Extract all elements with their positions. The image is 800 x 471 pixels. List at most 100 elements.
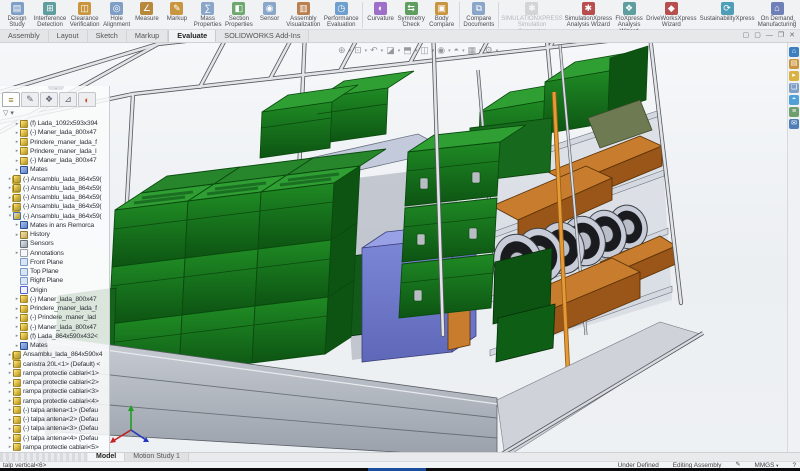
tree-row[interactable]: ▸Ansamblu_lada_864x590x4 [0,350,108,359]
tab-evaluate[interactable]: Evaluate [168,30,216,42]
panel-collapse-notch[interactable]: ⌄ [48,86,64,90]
tree-row[interactable]: ▸rampa protectie cablari<4> [0,397,108,406]
close-button[interactable]: ✕ [789,31,795,41]
design-study-button[interactable]: ▤Design Study▾ [2,1,32,33]
dimxpertmanager-tab[interactable]: ⊿ [59,92,77,107]
tree-row[interactable]: ▸History [0,230,108,239]
tree-row[interactable]: ▸rampa protectie cablari<3> [0,387,108,396]
minimize-button[interactable]: — [766,31,773,41]
view-palette-icon[interactable]: ❏ [789,83,799,93]
tree-row[interactable]: ▸Annotations [0,249,108,258]
tree-row[interactable]: ▸rampa protectie cablari<2> [0,378,108,387]
custom-properties-icon[interactable]: ≡ [789,107,799,117]
tree-row[interactable]: ▸Prindere_maner_lada_f [0,304,108,313]
tree-row[interactable]: ▸(-) Ansamblu_lada_864x59( [0,175,108,184]
tree-row[interactable]: ▸Prindere_maner_lada_f [0,138,108,147]
asm-icon [13,175,21,183]
driveworksxpress-wizard-button[interactable]: ◆DriveWorksXpress Wizard [645,1,699,29]
tab-layout[interactable]: Layout [49,30,88,42]
assembly-visualization-button[interactable]: ▥Assembly Visualization [285,1,323,29]
markup-button[interactable]: ✎Markup [162,1,192,22]
section-view-icon[interactable]: ◪ [386,44,395,57]
on-demand-manufacturing-button[interactable]: ⌂On Demand Manufacturing [756,1,798,29]
interference-detection-button[interactable]: ⊞Interference Detection [32,1,68,29]
apply-scene-icon[interactable]: ▦ [468,44,477,57]
tree-row[interactable]: ▸(-) talpa antena<2> (Defau [0,415,108,424]
measure-button[interactable]: ∠Measure [132,1,162,22]
tree-row[interactable]: ▸Mates [0,341,108,350]
3d-viewport-scene[interactable] [0,43,800,452]
tree-row[interactable]: ▸(-) talpa antena<3> (Defau [0,424,108,433]
tab-markup[interactable]: Markup [127,30,168,42]
clearance-verification-button[interactable]: ◫Clearance Verification [68,1,101,29]
doc-tab-model[interactable]: Model [88,453,125,461]
hide-show-items-icon[interactable]: ◉ [437,44,445,57]
tree-row[interactable]: ▸Mates in ans Remorca [0,221,108,230]
solidworks-forum-icon[interactable]: ✉ [789,119,799,129]
restore-button[interactable]: ❐ [778,31,784,41]
display-style-icon[interactable]: ◫ [420,44,429,57]
tree-row[interactable]: ▸(-) Ansamblu_lada_864x59( [0,202,108,211]
tree-item-label: (-) Prindere_maner_lad [30,314,96,321]
displaymanager-tab[interactable]: ◐ [78,92,96,107]
appearances-icon[interactable]: ◓ [789,95,799,105]
tab-assembly[interactable]: Assembly [0,30,49,42]
tree-row[interactable]: ▸Prindere_maner_lada_l [0,147,108,156]
tree-row[interactable]: ▸(-) Ansamblu_lada_864x59( [0,184,108,193]
zoom-to-area-icon[interactable]: ⊡ [354,44,362,57]
tree-filter[interactable]: ▽ ▾ [3,109,14,117]
tree-row[interactable]: ▸Mates [0,165,108,174]
tree-row[interactable]: ▸rampa protectie cablari<1> [0,369,108,378]
ribbon-collapse-chevron[interactable]: ^ [793,20,796,27]
tree-row[interactable]: Sensors [0,239,108,248]
titlebar-button-b[interactable]: ▢ [754,31,761,41]
tree-row[interactable]: ▸(-) Ansamblu_lada_864x59( [0,193,108,202]
tree-row[interactable]: ▸canistra 20L<1> (Default) < [0,360,108,369]
tree-row[interactable]: ▸(-) talpa antena<1> (Defau [0,406,108,415]
graphics-viewport[interactable]: ⊕▾⊡▾↶▾◪▾⬒▾◫▾◉▾◓▾▦▾⚙▾ ⌂▤▸❏◓≡✉ ⌄ ≡✎❖⊿◐ ▽ ▾… [0,43,800,452]
performance-evaluation-button[interactable]: ◷Performance Evaluation [322,1,360,29]
tree-row[interactable]: Top Plane [0,267,108,276]
tree-row[interactable]: ▸(-) Prindere_maner_lad [0,313,108,322]
symmetry-check-button[interactable]: ⇆Symmetry Check [396,1,427,29]
tree-row[interactable]: ▾(-) Ansamblu_lada_864x59( [0,212,108,221]
sensor-button[interactable]: ◉Sensor [255,1,285,22]
edit-appearance-icon[interactable]: ◓ [454,44,459,57]
tree-row[interactable]: ▸(-) Maner_lada_800x47 [0,295,108,304]
tree-row[interactable]: ▸(-) talpa antena<4> (Defau [0,434,108,443]
splitter-stripes[interactable] [0,453,88,461]
design-library-icon[interactable]: ▤ [789,59,799,69]
previous-view-icon[interactable]: ↶ [370,44,378,57]
tree-row[interactable]: ▸(-) Maner_lada_800x47 [0,128,108,137]
tree-row[interactable]: Right Plane [0,276,108,285]
mass-properties-button[interactable]: ∑Mass Properties [192,1,223,29]
propertymanager-tab[interactable]: ✎ [21,92,39,107]
simulationxpress-wizard-button[interactable]: ✱SimulationXpress Analysis Wizard [563,1,614,29]
zoom-fit-icon[interactable]: ⊕ [338,44,346,57]
sustainabilityxpress-button[interactable]: ⟳SustainabilityXpress [698,1,756,22]
view-settings-icon[interactable]: ⚙ [485,44,493,57]
configurationmanager-tab[interactable]: ❖ [40,92,58,107]
part-icon [13,360,21,368]
tree-row[interactable]: ▸(f) Lada_1092x593x394 [0,119,108,128]
right-storage-rack[interactable] [472,45,676,362]
view-orientation-icon[interactable]: ⬒ [403,44,412,57]
tab-sketch[interactable]: Sketch [88,30,127,42]
compare-documents-button[interactable]: ⧉Compare Documents [462,1,496,29]
featuremanager-tab[interactable]: ≡ [2,92,20,107]
curvature-button[interactable]: ◐Curvature [365,1,395,22]
tree-row[interactable]: ▸rampa protectie cablari<5> [0,443,108,452]
hole-alignment-button[interactable]: ◎Hole Alignment [101,1,132,29]
tree-row[interactable]: ▸(-) Maner_lada_800x47 [0,323,108,332]
section-properties-button[interactable]: ◧Section Properties [223,1,254,29]
file-explorer-icon[interactable]: ▸ [789,71,799,81]
body-compare-button[interactable]: ▣Body Compare [427,1,457,29]
tab-solidworks-add-ins[interactable]: SOLIDWORKS Add-Ins [216,30,309,42]
tree-row[interactable]: Origin [0,286,108,295]
tree-row[interactable]: ▸(f) Lada_864x590x432< [0,332,108,341]
tree-row[interactable]: ▸(-) Maner_lada_800x47 [0,156,108,165]
titlebar-button-a[interactable]: ▢ [743,31,750,41]
solidworks-resources-icon[interactable]: ⌂ [789,47,799,57]
doc-tab-motion-study-1[interactable]: Motion Study 1 [125,453,189,461]
tree-row[interactable]: Front Plane [0,258,108,267]
